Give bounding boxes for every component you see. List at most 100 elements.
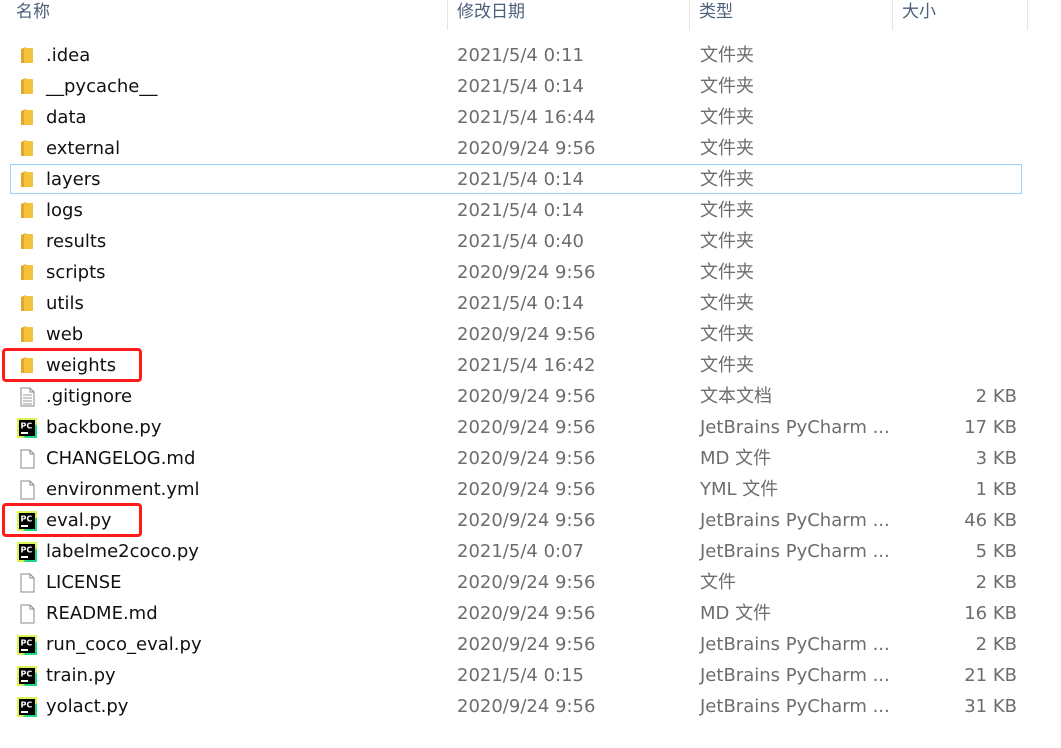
file-modified-date: 2021/5/4 0:14 <box>457 200 584 221</box>
file-row[interactable]: data 2021/5/4 16:44 文件夹 <box>0 102 1061 133</box>
text-document-icon <box>20 387 35 407</box>
file-modified-date: 2020/9/24 9:56 <box>457 479 596 500</box>
file-row[interactable]: PC eval.py 2020/9/24 9:56 JetBrains PyCharm… <box>0 505 1061 536</box>
column-divider[interactable] <box>1027 0 1028 30</box>
file-modified-date: 2021/5/4 0:14 <box>457 76 584 97</box>
file-modified-date: 2020/9/24 9:56 <box>457 510 596 531</box>
file-row[interactable]: PC run_coco_eval.py 2020/9/24 9:56 JetBrain… <box>0 629 1061 660</box>
file-name: logs <box>46 200 83 221</box>
file-name: LICENSE <box>46 572 122 593</box>
file-modified-date: 2020/9/24 9:56 <box>457 324 596 345</box>
file-type: JetBrains PyCharm ... <box>700 510 890 531</box>
file-type: YML 文件 <box>700 479 779 500</box>
file-row[interactable]: PC yolact.py 2020/9/24 9:56 JetBrains PyCha… <box>0 691 1061 722</box>
file-name: web <box>46 324 84 345</box>
file-modified-date: 2021/5/4 16:44 <box>457 107 596 128</box>
file-row[interactable]: CHANGELOG.md 2020/9/24 9:56 MD 文件 3 KB <box>0 443 1061 474</box>
file-size: 17 KB <box>964 417 1017 438</box>
folder-icon <box>21 171 33 187</box>
file-name: environment.yml <box>46 479 200 500</box>
pycharm-icon-label: PC <box>21 639 33 648</box>
pycharm-file-icon: PC <box>17 635 37 655</box>
folder-icon <box>21 326 33 342</box>
folder-icon <box>21 264 33 280</box>
column-divider[interactable] <box>689 0 690 30</box>
file-type: 文件夹 <box>700 200 754 221</box>
column-header-type[interactable]: 类型 <box>691 0 733 30</box>
file-type: JetBrains PyCharm ... <box>700 541 890 562</box>
pycharm-icon-label: PC <box>21 670 33 679</box>
file-type: JetBrains PyCharm ... <box>700 634 890 655</box>
file-type: JetBrains PyCharm ... <box>700 665 890 686</box>
file-size: 5 KB <box>975 541 1017 562</box>
column-header-bar: 名称 修改日期 类型 大小 <box>0 0 1061 30</box>
file-size: 46 KB <box>964 510 1017 531</box>
column-divider[interactable] <box>447 0 448 30</box>
file-row[interactable]: PC labelme2coco.py 2021/5/4 0:07 JetBrains … <box>0 536 1061 567</box>
pycharm-file-icon: PC <box>17 542 37 562</box>
file-row[interactable]: logs 2021/5/4 0:14 文件夹 <box>0 195 1061 226</box>
blank-file-icon <box>20 604 35 624</box>
column-header-size[interactable]: 大小 <box>894 0 936 30</box>
column-header-date[interactable]: 修改日期 <box>449 0 525 30</box>
pycharm-icon-label: PC <box>21 422 33 431</box>
file-size: 2 KB <box>975 386 1017 407</box>
file-modified-date: 2021/5/4 16:42 <box>457 355 596 376</box>
folder-icon <box>21 233 33 249</box>
file-type: 文件夹 <box>700 262 754 283</box>
file-row[interactable]: PC backbone.py 2020/9/24 9:56 JetBrains PyC… <box>0 412 1061 443</box>
file-name: CHANGELOG.md <box>46 448 196 469</box>
file-modified-date: 2021/5/4 0:40 <box>457 231 584 252</box>
file-type: 文件夹 <box>700 293 754 314</box>
pycharm-icon-label: PC <box>21 546 33 555</box>
file-type: 文件夹 <box>700 169 754 190</box>
file-modified-date: 2020/9/24 9:56 <box>457 262 596 283</box>
file-name: utils <box>46 293 84 314</box>
pycharm-file-icon: PC <box>17 418 37 438</box>
file-row[interactable]: weights 2021/5/4 16:42 文件夹 <box>0 350 1061 381</box>
folder-icon <box>21 78 33 94</box>
file-type: 文件夹 <box>700 107 754 128</box>
file-type: 文件 <box>700 572 736 593</box>
file-row[interactable]: utils 2021/5/4 0:14 文件夹 <box>0 288 1061 319</box>
file-modified-date: 2021/5/4 0:07 <box>457 541 584 562</box>
red-annotation-box <box>2 503 142 537</box>
file-row[interactable]: environment.yml 2020/9/24 9:56 YML 文件 1 KB <box>0 474 1061 505</box>
file-row[interactable]: __pycache__ 2021/5/4 0:14 文件夹 <box>0 71 1061 102</box>
file-size: 1 KB <box>975 479 1017 500</box>
file-row[interactable]: PC train.py 2021/5/4 0:15 JetBrains PyCharm… <box>0 660 1061 691</box>
file-type: 文件夹 <box>700 231 754 252</box>
file-row[interactable]: .gitignore 2020/9/24 9:56 文本文档 2 KB <box>0 381 1061 412</box>
column-divider[interactable] <box>892 0 893 30</box>
file-row[interactable]: .idea 2021/5/4 0:11 文件夹 <box>0 40 1061 71</box>
file-size: 3 KB <box>975 448 1017 469</box>
blank-file-icon <box>20 573 35 593</box>
folder-icon <box>21 140 33 156</box>
file-modified-date: 2021/5/4 0:14 <box>457 293 584 314</box>
file-modified-date: 2021/5/4 0:15 <box>457 665 584 686</box>
file-name: run_coco_eval.py <box>46 634 202 655</box>
file-type: 文本文档 <box>700 386 772 407</box>
file-row[interactable]: README.md 2020/9/24 9:56 MD 文件 16 KB <box>0 598 1061 629</box>
file-row[interactable]: LICENSE 2020/9/24 9:56 文件 2 KB <box>0 567 1061 598</box>
file-row[interactable]: web 2020/9/24 9:56 文件夹 <box>0 319 1061 350</box>
file-row[interactable]: layers 2021/5/4 0:14 文件夹 <box>0 164 1061 195</box>
file-modified-date: 2020/9/24 9:56 <box>457 448 596 469</box>
pycharm-file-icon: PC <box>17 666 37 686</box>
file-row[interactable]: results 2021/5/4 0:40 文件夹 <box>0 226 1061 257</box>
file-name: backbone.py <box>46 417 162 438</box>
column-header-name[interactable]: 名称 <box>8 0 50 30</box>
red-annotation-box <box>2 348 142 382</box>
file-name: layers <box>46 169 101 190</box>
file-type: MD 文件 <box>700 448 772 469</box>
file-row[interactable]: external 2020/9/24 9:56 文件夹 <box>0 133 1061 164</box>
file-type: MD 文件 <box>700 603 772 624</box>
file-modified-date: 2021/5/4 0:14 <box>457 169 584 190</box>
file-type: JetBrains PyCharm ... <box>700 696 890 717</box>
file-name: yolact.py <box>46 696 129 717</box>
file-type: JetBrains PyCharm ... <box>700 417 890 438</box>
file-size: 2 KB <box>975 572 1017 593</box>
file-name: .gitignore <box>46 386 133 407</box>
file-size: 21 KB <box>964 665 1017 686</box>
file-row[interactable]: scripts 2020/9/24 9:56 文件夹 <box>0 257 1061 288</box>
